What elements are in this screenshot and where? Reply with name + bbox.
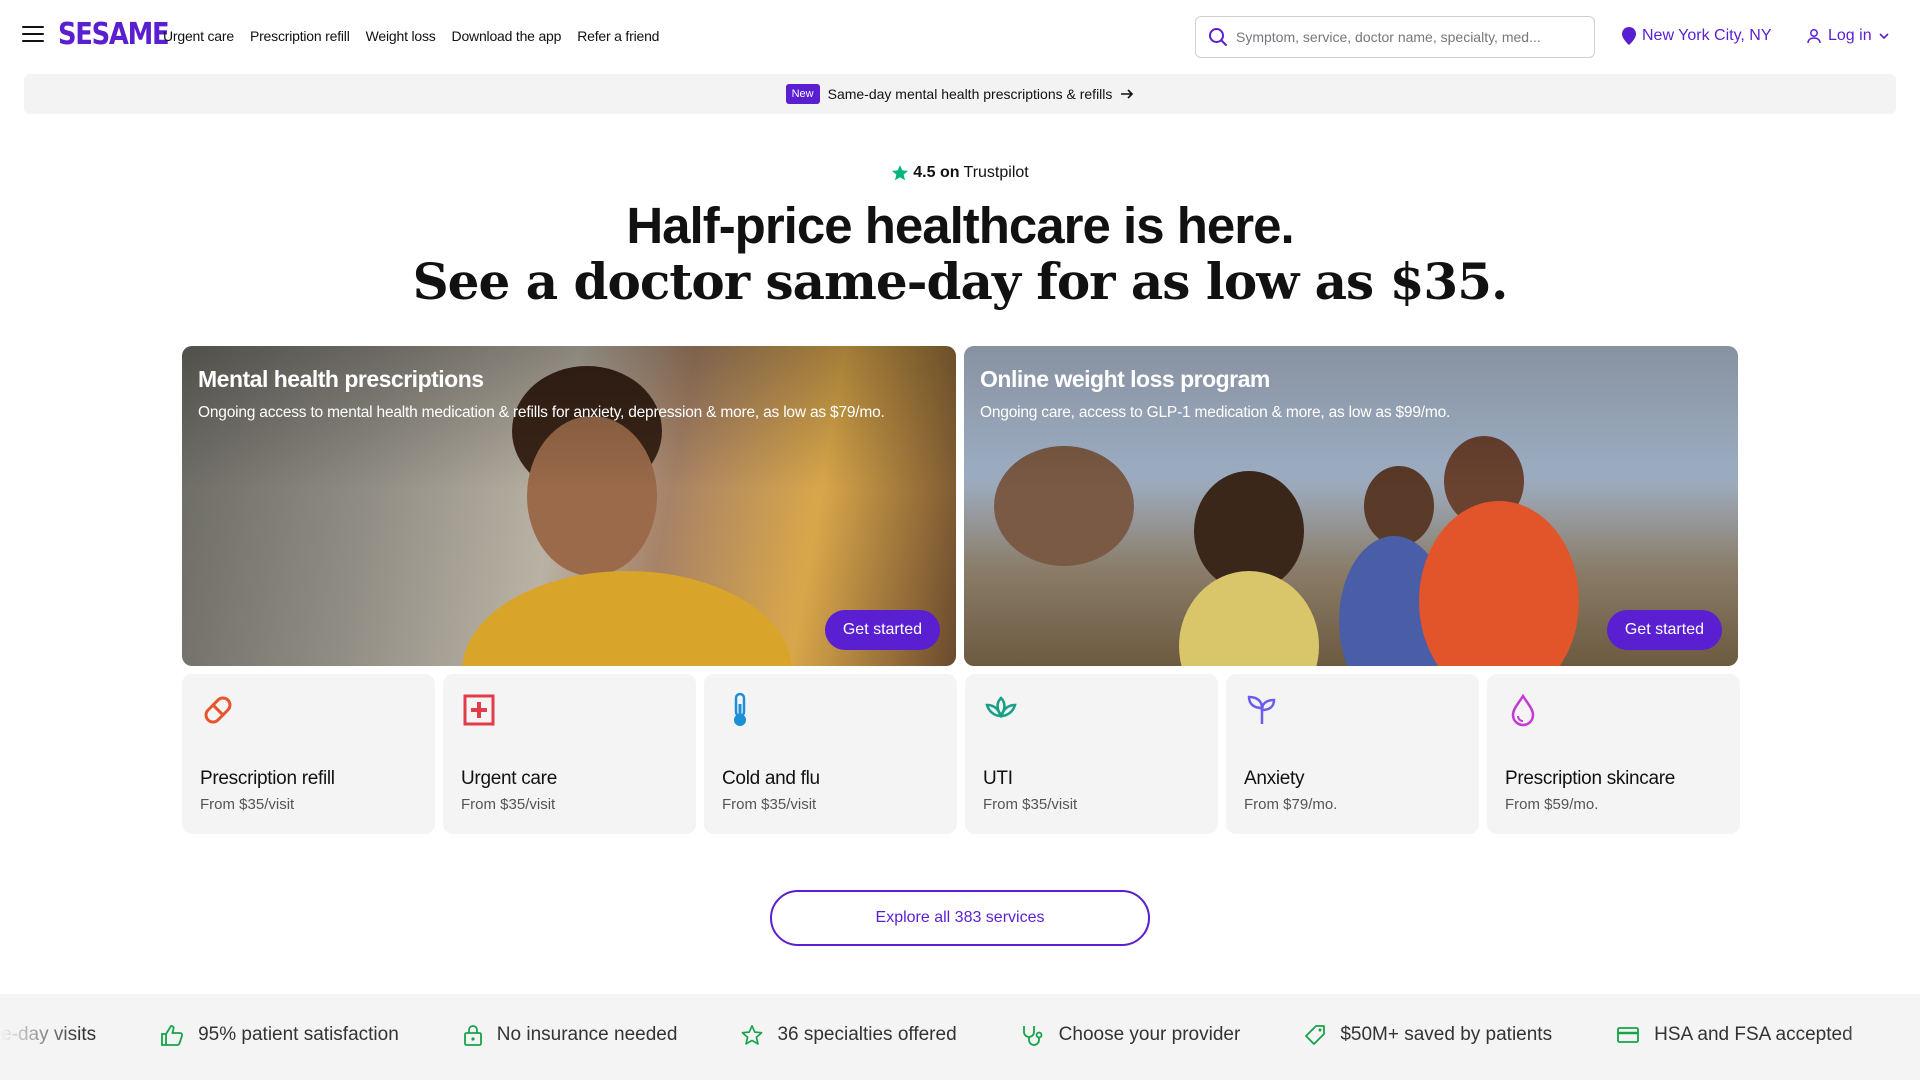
thumbs-up-icon	[161, 1025, 184, 1046]
service-grid: Prescription refill From $35/visit Urgen…	[182, 674, 1740, 834]
service-price: From $79/mo.	[1244, 796, 1338, 813]
stat-label: HSA and FSA accepted	[1654, 1024, 1853, 1045]
stat-label: $50M+ saved by patients	[1340, 1024, 1553, 1045]
stat-item: 95% patient satisfaction	[160, 1024, 399, 1046]
feature-title: Mental health prescriptions	[198, 366, 484, 392]
service-price: From $35/visit	[983, 796, 1078, 813]
location-label: New York City, NY	[1642, 27, 1772, 44]
announcement-banner[interactable]: New Same-day mental health prescriptions…	[24, 74, 1896, 114]
stat-item: HSA and FSA accepted	[1616, 1024, 1853, 1046]
stat-item: No insurance needed	[463, 1024, 678, 1046]
first-aid-icon	[463, 694, 495, 726]
star-icon	[892, 165, 909, 181]
main-nav: Urgent care Prescription refill Weight l…	[163, 28, 659, 44]
location-selector[interactable]: New York City, NY	[1622, 27, 1772, 45]
service-card-cold-flu[interactable]: Cold and flu From $35/visit	[704, 674, 957, 834]
search-icon	[1209, 28, 1227, 46]
service-name: UTI	[983, 768, 1013, 789]
lock-icon	[463, 1025, 482, 1046]
service-price: From $59/mo.	[1505, 796, 1599, 813]
feature-description: Ongoing care, access to GLP-1 medication…	[980, 404, 1451, 421]
tag-icon	[1305, 1025, 1326, 1045]
card-icon	[1617, 1027, 1639, 1043]
site-header: SESAME Urgent care Prescription refill W…	[0, 0, 1920, 74]
explore-services-button[interactable]: Explore all 383 services	[770, 890, 1150, 946]
location-pin-icon	[1622, 27, 1636, 45]
trustpilot-rating: 4.5 on Trustpilot	[0, 164, 1920, 182]
pill-icon	[204, 696, 232, 724]
feature-card-mental-health[interactable]: Mental health prescriptions Ongoing acce…	[182, 346, 956, 666]
droplet-icon	[1511, 693, 1535, 727]
star-icon	[742, 1025, 763, 1045]
service-name: Urgent care	[461, 768, 557, 789]
service-card-urgent-care[interactable]: Urgent care From $35/visit	[443, 674, 696, 834]
service-name: Prescription refill	[200, 768, 335, 789]
service-name: Cold and flu	[722, 768, 820, 789]
search-input[interactable]	[1236, 29, 1576, 45]
feature-description: Ongoing access to mental health medicati…	[198, 404, 885, 421]
sesame-logo[interactable]: SESAME	[58, 17, 170, 52]
stat-item: Choose your provider	[1021, 1024, 1241, 1046]
banner-text: Same-day mental health prescriptions & r…	[827, 86, 1113, 102]
hero-subtitle: See a doctor same-day for as low as $35.	[412, 252, 1509, 311]
stat-item: $50M+ saved by patients	[1304, 1024, 1552, 1046]
search-box[interactable]	[1195, 16, 1595, 58]
login-label: Log in	[1828, 27, 1872, 44]
new-badge: New	[785, 84, 820, 104]
nav-prescription-refill[interactable]: Prescription refill	[250, 28, 350, 44]
stat-label: 95% patient satisfaction	[198, 1024, 399, 1045]
rating-source: Trustpilot	[963, 164, 1029, 181]
rating-value: 4.5 on	[913, 164, 960, 181]
service-name: Anxiety	[1244, 768, 1305, 789]
nav-urgent-care[interactable]: Urgent care	[163, 28, 234, 44]
service-price: From $35/visit	[722, 796, 817, 813]
stat-item: 36 specialties offered	[741, 1024, 957, 1046]
user-icon	[1807, 29, 1821, 44]
service-card-prescription-refill[interactable]: Prescription refill From $35/visit	[182, 674, 435, 834]
hero-title: Half-price healthcare is here.	[626, 197, 1294, 254]
feature-card-weight-loss[interactable]: Online weight loss program Ongoing care,…	[964, 346, 1738, 666]
stats-strip: Same-day visits 95% patient satisfaction…	[0, 994, 1920, 1080]
stat-label: 36 specialties offered	[777, 1024, 957, 1045]
menu-icon[interactable]	[22, 26, 44, 46]
thermometer-icon	[734, 692, 746, 726]
nav-download-app[interactable]: Download the app	[452, 28, 562, 44]
service-card-uti[interactable]: UTI From $35/visit	[965, 674, 1218, 834]
service-card-prescription-skincare[interactable]: Prescription skincare From $59/mo.	[1487, 674, 1740, 834]
service-name: Prescription skincare	[1505, 768, 1676, 789]
service-card-anxiety[interactable]: Anxiety From $79/mo.	[1226, 674, 1479, 834]
get-started-button[interactable]: Get started	[1606, 610, 1722, 650]
stat-label: No insurance needed	[496, 1024, 678, 1045]
get-started-button[interactable]: Get started	[824, 610, 940, 650]
service-price: From $35/visit	[200, 796, 295, 813]
feature-title: Online weight loss program	[980, 366, 1270, 392]
login-button[interactable]: Log in	[1806, 27, 1890, 45]
chevron-down-icon	[1879, 33, 1889, 40]
stat-label: Choose your provider	[1058, 1024, 1241, 1045]
nav-refer-friend[interactable]: Refer a friend	[577, 28, 659, 44]
service-price: From $35/visit	[461, 796, 556, 813]
lotus-icon	[985, 696, 1017, 719]
nav-weight-loss[interactable]: Weight loss	[366, 28, 436, 44]
provider-icon	[1022, 1026, 1043, 1046]
sprout-icon	[1247, 695, 1276, 724]
arrow-right-icon	[1121, 89, 1134, 99]
stats-carousel: Same-day visits 95% patient satisfaction…	[0, 1024, 1853, 1046]
